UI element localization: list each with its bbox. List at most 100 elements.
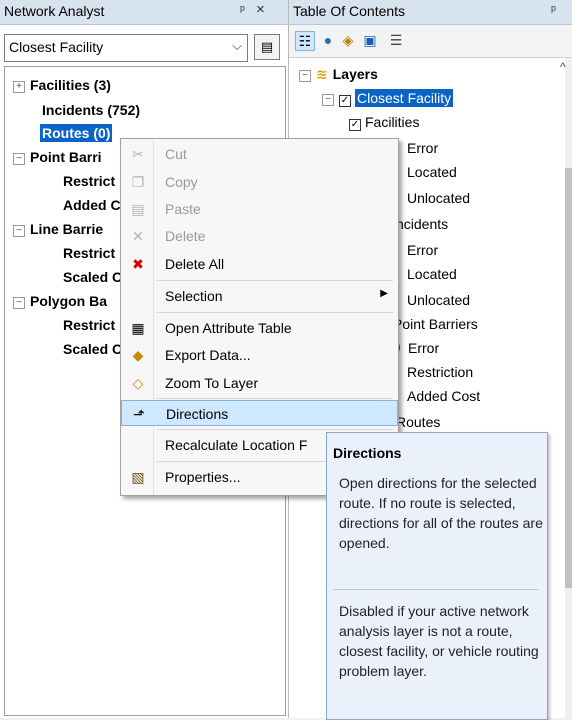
network-analyst-title: Network Analyst [4, 3, 105, 19]
menu-item-copy[interactable]: ❐ Copy [121, 169, 398, 195]
chevron-down-icon[interactable]: ⌵ [232, 38, 242, 54]
delete-all-icon: ✖ [132, 256, 144, 272]
layers-icon: ≋ [316, 66, 328, 82]
menu-item-label: Selection [165, 288, 223, 304]
toc-title: Table Of Contents [293, 3, 406, 19]
menu-item-delete-all[interactable]: ✖ Delete All [121, 251, 398, 277]
menu-item-directions[interactable]: ⬏ Directions [121, 400, 398, 426]
window-options-button[interactable]: ▤ [254, 34, 280, 60]
menu-item-export-data[interactable]: ◆ Export Data... [121, 342, 398, 368]
menu-item-label: Properties... [165, 469, 241, 485]
legend-label: Unlocated [407, 292, 471, 308]
tree-item-label: Restrict [63, 173, 116, 189]
toc-facilities[interactable]: ✓ Facilities [349, 114, 419, 131]
toc-layers[interactable]: − ≋ Layers [299, 66, 378, 83]
toc-item-label: Routes [396, 414, 441, 430]
checkbox-icon[interactable]: ✓ [349, 119, 361, 131]
menu-item-zoom-to-layer[interactable]: ◇ Zoom To Layer [121, 370, 398, 396]
tree-item-restriction[interactable]: Restrict [63, 173, 115, 189]
menu-item-delete[interactable]: ✕ Delete [121, 223, 398, 249]
table-icon: ▦ [131, 320, 145, 336]
tree-item-label: Line Barrie [30, 221, 104, 237]
analysis-layer-dropdown[interactable]: Closest Facility ⌵ [4, 34, 248, 62]
tree-item-label: Facilities (3) [30, 77, 111, 93]
collapse-icon[interactable]: − [13, 297, 25, 309]
directions-icon: ⬏ [133, 406, 145, 422]
list-by-selection-icon[interactable]: ▣ [361, 31, 379, 49]
export-icon: ◆ [132, 347, 144, 363]
menu-item-label: Directions [166, 406, 229, 422]
collapse-icon[interactable]: − [299, 70, 311, 82]
tree-item-restriction[interactable]: Restrict [63, 317, 115, 333]
list-by-source-icon[interactable]: ● [319, 31, 337, 49]
zoom-layer-icon: ◇ [132, 375, 144, 391]
toc-item-label: ncidents [396, 216, 449, 232]
legend-label: Located [407, 266, 457, 282]
tree-item-label: Scaled C [63, 269, 123, 285]
legend-label: Located [407, 164, 457, 180]
legend-label: Added Cost [407, 388, 481, 404]
properties-icon: ▧ [131, 469, 145, 485]
menu-separator [157, 429, 393, 430]
menu-item-paste[interactable]: ▤ Paste [121, 196, 398, 222]
checkbox-icon[interactable]: ✓ [339, 95, 351, 107]
toc-closest-facility[interactable]: − ✓ Closest Facility [322, 89, 454, 107]
close-icon[interactable]: × [256, 1, 265, 18]
tree-item-label: Incidents (752) [42, 102, 141, 118]
tree-item-label: Polygon Ba [30, 293, 108, 309]
pin-icon[interactable]: ᵖ [551, 2, 556, 17]
scissors-icon: ✂ [132, 146, 144, 162]
tree-item-scaled-cost[interactable]: Scaled C [63, 269, 122, 285]
legend-label: Error [407, 140, 439, 156]
scrollbar-thumb[interactable] [565, 168, 572, 588]
menu-separator [157, 398, 393, 399]
tooltip-title: Directions [333, 445, 402, 461]
scroll-up-icon[interactable]: ^ [560, 60, 566, 74]
tree-item-scaled-cost[interactable]: Scaled C [63, 341, 122, 357]
menu-item-selection[interactable]: Selection ▶ [121, 283, 398, 309]
toc-item-label: Layers [332, 66, 378, 82]
tree-item-routes[interactable]: Routes (0) [40, 124, 113, 142]
expand-icon[interactable]: + [13, 81, 25, 93]
menu-item-label: Export Data... [165, 347, 251, 363]
toc-titlebar: Table Of Contents ᵖ [289, 0, 572, 25]
toc-vertical-scrollbar[interactable] [565, 58, 572, 718]
tree-item-incidents[interactable]: Incidents (752) [42, 102, 140, 118]
menu-separator [157, 312, 393, 313]
toc-item-label: Facilities [365, 114, 420, 130]
list-options-icon: ▤ [260, 39, 274, 54]
toc-toolbar: ☷ ● ◈ ▣ ☰ [289, 25, 572, 58]
tree-item-label: Routes (0) [40, 124, 113, 142]
menu-item-cut[interactable]: ✂ Cut [121, 141, 398, 167]
tooltip-description: Open directions for the selected route. … [339, 475, 543, 551]
menu-item-label: Delete All [165, 256, 225, 272]
tree-item-restriction[interactable]: Restrict [63, 245, 115, 261]
pin-icon[interactable]: ᵖ [240, 2, 245, 17]
paste-icon: ▤ [131, 201, 145, 217]
list-by-visibility-icon[interactable]: ◈ [339, 31, 357, 49]
analysis-layer-dropdown-value: Closest Facility [9, 39, 104, 55]
tree-item-facilities[interactable]: + Facilities (3) [13, 77, 111, 93]
collapse-icon[interactable]: − [322, 94, 334, 106]
legend-label: Restriction [407, 364, 474, 380]
toc-incidents[interactable]: ncidents [396, 216, 448, 232]
collapse-icon[interactable]: − [13, 153, 25, 165]
toc-item-label: Closest Facility [355, 89, 454, 107]
menu-item-open-attribute-table[interactable]: ▦ Open Attribute Table [121, 315, 398, 341]
tree-item-label: Scaled C [63, 341, 123, 357]
tree-item-line-barriers[interactable]: − Line Barrie [13, 221, 103, 237]
tree-item-point-barriers[interactable]: − Point Barri [13, 149, 102, 165]
directions-tooltip: Directions Open directions for the selec… [326, 432, 548, 720]
tree-item-polygon-barriers[interactable]: − Polygon Ba [13, 293, 107, 309]
toc-routes[interactable]: Routes [396, 414, 440, 430]
list-by-drawing-order-icon[interactable]: ☷ [295, 31, 315, 51]
tree-item-added-cost[interactable]: Added C [63, 197, 121, 213]
collapse-icon[interactable]: − [13, 225, 25, 237]
tree-item-label: Restrict [63, 245, 116, 261]
toc-point-barriers[interactable]: Point Barriers [393, 316, 478, 332]
toc-item-label: Point Barriers [393, 316, 478, 332]
menu-item-label: Zoom To Layer [165, 375, 259, 391]
delete-icon: ✕ [132, 228, 144, 244]
tree-item-label: Added C [63, 197, 121, 213]
options-icon[interactable]: ☰ [387, 31, 405, 49]
